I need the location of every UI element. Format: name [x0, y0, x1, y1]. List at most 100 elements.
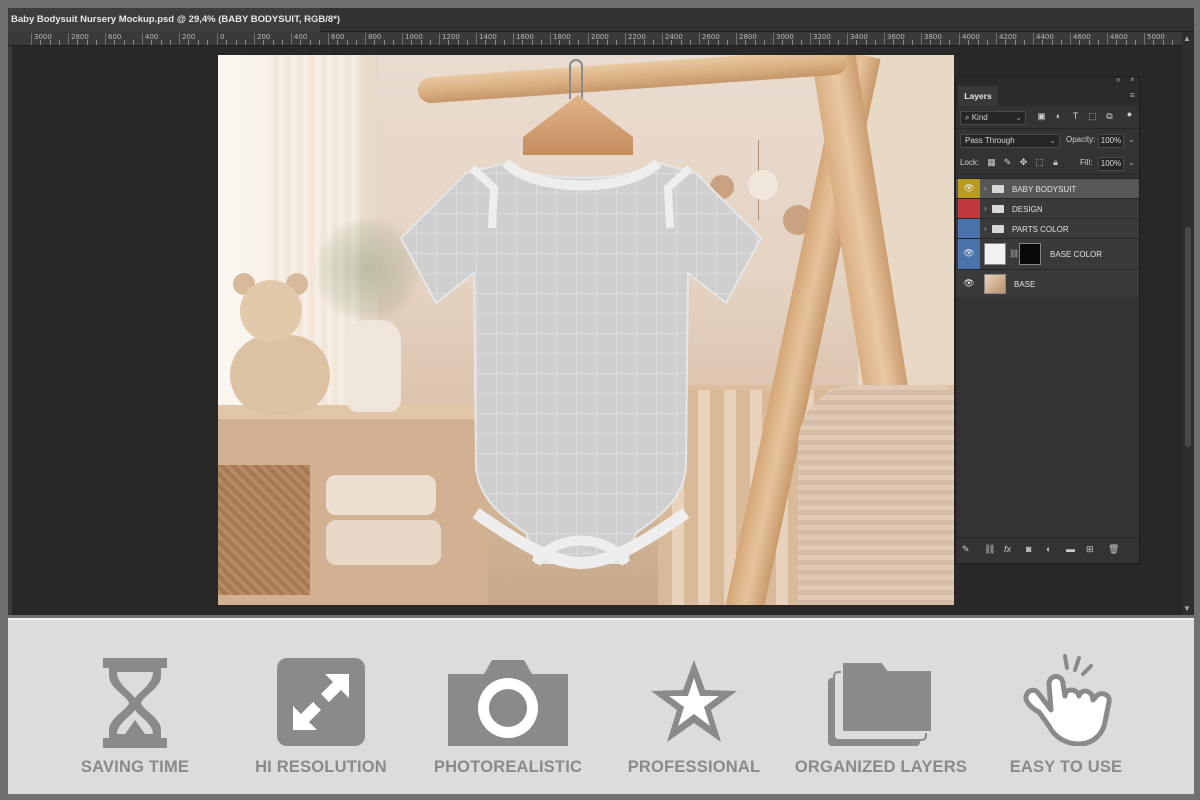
smart-object-filter-icon[interactable]: ⧉	[1104, 111, 1115, 122]
search-icon: ⌕	[965, 113, 972, 122]
visibility-toggle[interactable]	[958, 199, 980, 218]
ruler-tick	[142, 33, 143, 45]
chevron-right-icon[interactable]: ›	[984, 184, 987, 193]
ruler-minor-tick	[124, 40, 125, 45]
close-icon[interactable]: ×	[308, 8, 314, 32]
layers-panel-footer: ✎ ⛓ fx ◙ ◐ ▬ ⊞ 🗑︎	[956, 537, 1139, 563]
ruler-minor-tick	[226, 40, 227, 45]
layer-thumbnail	[984, 243, 1006, 265]
panel-menu-icon[interactable]: ≡	[1130, 90, 1135, 100]
ruler-minor-tick	[384, 40, 385, 45]
scroll-up-icon[interactable]: ▲	[1183, 34, 1191, 43]
layer-row-baby-bodysuit[interactable]: 👁︎ › BABY BODYSUIT	[956, 178, 1139, 198]
close-panel-icon[interactable]: ×	[1130, 75, 1135, 84]
ruler-tick	[1070, 33, 1071, 45]
filter-row: ⌕ Kind ⌄ ▣ ◐ T ⬚ ⧉ ●	[956, 107, 1139, 129]
fill-input[interactable]: 100%	[1098, 157, 1124, 171]
ruler-minor-tick	[801, 40, 802, 45]
visibility-toggle[interactable]: 👁︎	[958, 239, 980, 269]
mockup-canvas-image[interactable]	[218, 55, 954, 605]
ruler-label: 1000	[405, 33, 423, 41]
new-group-icon[interactable]: ▬	[1066, 544, 1075, 554]
lock-row: Lock: ▦ ✎ ✥ ⬚ 🔒︎ Fill: 100% ⌄	[956, 153, 1139, 175]
chevron-right-icon[interactable]: ›	[984, 224, 987, 233]
camera-icon	[448, 660, 568, 746]
ruler-label: 3800	[924, 33, 942, 41]
collapse-icon[interactable]: «	[1116, 75, 1120, 84]
ruler-minor-tick	[949, 40, 950, 45]
visibility-toggle[interactable]	[958, 219, 980, 238]
stacked-folders-icon	[828, 661, 933, 746]
ruler-minor-tick	[1061, 40, 1062, 45]
trash-icon[interactable]: 🗑︎	[1108, 544, 1119, 555]
new-layer-icon[interactable]: ⊞	[1086, 544, 1094, 555]
ruler-minor-tick	[393, 40, 394, 45]
ruler-minor-tick	[838, 40, 839, 45]
ruler-label: 400	[145, 33, 159, 41]
ruler-label: 200	[182, 33, 196, 41]
ruler-label: 2600	[702, 33, 720, 41]
hourglass-icon	[103, 658, 167, 748]
layer-row-base-color[interactable]: 👁︎ ⛓ BASE COLOR	[956, 238, 1139, 269]
document-tab[interactable]: Baby Bodysuit Nursery Mockup.psd @ 29,4%…	[8, 8, 340, 32]
ruler-minor-tick	[133, 40, 134, 45]
fill-dropdown-icon[interactable]: ⌄	[1128, 158, 1135, 167]
blend-mode-value: Pass Through	[965, 136, 1015, 145]
brush-settings-icon[interactable]: ✎	[962, 544, 970, 555]
ruler-minor-tick	[1024, 40, 1025, 45]
adjustment-filter-icon[interactable]: ◐	[1053, 111, 1064, 122]
lock-position-icon[interactable]: ✥	[1018, 157, 1029, 168]
lock-pixels-icon[interactable]: ✎	[1002, 157, 1013, 168]
layer-row-base[interactable]: 👁︎ BASE	[956, 269, 1139, 297]
chevron-right-icon[interactable]: ›	[984, 204, 987, 213]
fx-icon[interactable]: fx	[1004, 544, 1011, 554]
ruler-minor-tick	[764, 40, 765, 45]
ruler-tick	[921, 33, 922, 45]
add-mask-icon[interactable]: ◙	[1026, 544, 1031, 554]
type-filter-icon[interactable]: T	[1070, 111, 1081, 122]
link-icon[interactable]: ⛓	[1009, 249, 1019, 258]
lock-all-icon[interactable]: 🔒︎	[1050, 157, 1061, 168]
feature-hi-resolution: HI RESOLUTION	[246, 620, 396, 796]
kind-filter-dropdown[interactable]: ⌕ Kind ⌄	[960, 111, 1026, 125]
ruler-minor-tick	[59, 40, 60, 45]
adjustment-layer-icon[interactable]: ◐	[1046, 544, 1051, 554]
scroll-down-icon[interactable]: ▼	[1183, 604, 1191, 613]
layer-row-design[interactable]: › DESIGN	[956, 198, 1139, 218]
ruler-tick	[476, 33, 477, 45]
ruler-label: 0	[220, 33, 225, 41]
ruler-label: 3400	[850, 33, 868, 41]
shape-filter-icon[interactable]: ⬚	[1087, 111, 1098, 122]
lock-transparent-icon[interactable]: ▦	[986, 157, 997, 168]
ruler-label: 3000	[776, 33, 794, 41]
opacity-input[interactable]: 100%	[1098, 134, 1124, 148]
vertical-scrollbar[interactable]: ▲ ▼	[1182, 32, 1194, 615]
blend-mode-dropdown[interactable]: Pass Through ⌄	[960, 134, 1060, 148]
ruler-minor-tick	[616, 40, 617, 45]
feature-professional: PROFESSIONAL	[618, 620, 770, 796]
layer-mask-thumbnail[interactable]	[1019, 243, 1041, 265]
filter-toggle-icon[interactable]: ●	[1124, 109, 1135, 120]
lock-artboard-icon[interactable]: ⬚	[1034, 157, 1045, 168]
ruler-tick	[959, 33, 960, 45]
document-tab-title: Baby Bodysuit Nursery Mockup.psd @ 29,4%…	[11, 14, 340, 25]
layer-name: DESIGN	[1012, 205, 1043, 214]
ruler-tick	[105, 33, 106, 45]
ruler-label: 3000	[34, 33, 52, 41]
layer-row-parts-color[interactable]: › PARTS COLOR	[956, 218, 1139, 238]
link-layers-icon[interactable]: ⛓	[984, 544, 995, 555]
ruler-minor-tick	[245, 40, 246, 45]
ruler-minor-tick	[310, 40, 311, 45]
blend-row: Pass Through ⌄ Opacity: 100% ⌄	[956, 130, 1139, 152]
pixel-filter-icon[interactable]: ▣	[1036, 111, 1047, 122]
scrollbar-thumb[interactable]	[1185, 227, 1191, 447]
ruler-minor-tick	[578, 40, 579, 45]
tab-layers[interactable]: Layers	[958, 86, 998, 106]
tap-hand-icon	[1023, 654, 1112, 746]
ruler-tick	[1144, 33, 1145, 45]
opacity-dropdown-icon[interactable]: ⌄	[1128, 135, 1135, 144]
visibility-toggle[interactable]: 👁︎	[958, 270, 980, 297]
layer-name: PARTS COLOR	[1012, 225, 1069, 234]
visibility-toggle[interactable]: 👁︎	[958, 179, 980, 198]
ruler-tick	[31, 33, 32, 45]
